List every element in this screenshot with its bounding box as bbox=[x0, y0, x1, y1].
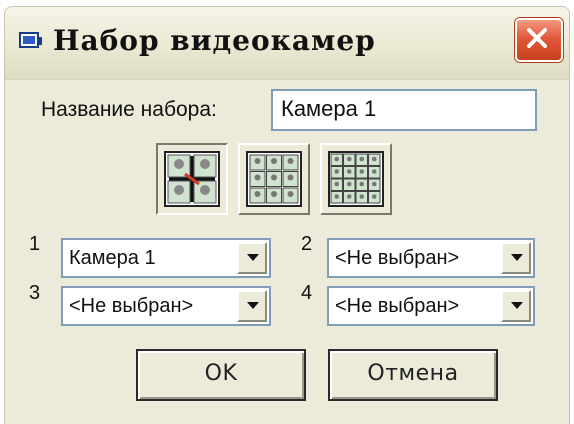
chevron-down-icon bbox=[247, 254, 259, 261]
camera-number-1: 1 bbox=[29, 233, 41, 255]
ok-button[interactable]: OK bbox=[136, 349, 306, 401]
camera-select-2[interactable]: <Не выбран> bbox=[327, 238, 535, 278]
camera-select-4[interactable]: <Не выбран> bbox=[327, 286, 535, 326]
dropdown-arrow-button[interactable] bbox=[501, 290, 531, 322]
camera-number-4: 4 bbox=[301, 282, 313, 304]
dropdown-arrow-button[interactable] bbox=[237, 242, 267, 274]
camera-number-2: 2 bbox=[301, 233, 313, 255]
chevron-down-icon bbox=[511, 302, 523, 309]
set-name-label: Название набора: bbox=[41, 98, 217, 121]
dropdown-arrow-button[interactable] bbox=[237, 290, 267, 322]
camera-number-3: 3 bbox=[29, 282, 41, 304]
close-icon bbox=[527, 28, 547, 48]
layout-2x2-button[interactable] bbox=[156, 143, 228, 215]
close-button[interactable] bbox=[515, 18, 563, 62]
chevron-down-icon bbox=[511, 254, 523, 261]
cancel-button[interactable]: Отмена bbox=[328, 349, 498, 401]
camera-select-4-value: <Не выбран> bbox=[335, 295, 460, 317]
layout-4x4-icon bbox=[328, 151, 384, 207]
camera-select-2-value: <Не выбран> bbox=[335, 247, 460, 269]
layout-4x4-button[interactable] bbox=[320, 143, 392, 215]
monitor-icon bbox=[19, 32, 42, 48]
camera-select-3[interactable]: <Не выбран> bbox=[61, 286, 271, 326]
layout-2x2-icon bbox=[164, 151, 220, 207]
title-bar[interactable]: Набор видеокамер bbox=[5, 7, 569, 80]
chevron-down-icon bbox=[247, 302, 259, 309]
layout-3x3-button[interactable] bbox=[238, 143, 310, 215]
window-title: Набор видеокамер bbox=[53, 24, 376, 57]
camera-select-3-value: <Не выбран> bbox=[69, 295, 194, 317]
dialog-window: Набор видеокамер Название набора: Камера… bbox=[4, 6, 570, 424]
set-name-input[interactable]: Камера 1 bbox=[271, 89, 537, 131]
camera-select-1[interactable]: Камера 1 bbox=[61, 238, 271, 278]
dropdown-arrow-button[interactable] bbox=[501, 242, 531, 274]
layout-3x3-icon bbox=[246, 151, 302, 207]
camera-select-1-value: Камера 1 bbox=[69, 247, 156, 269]
